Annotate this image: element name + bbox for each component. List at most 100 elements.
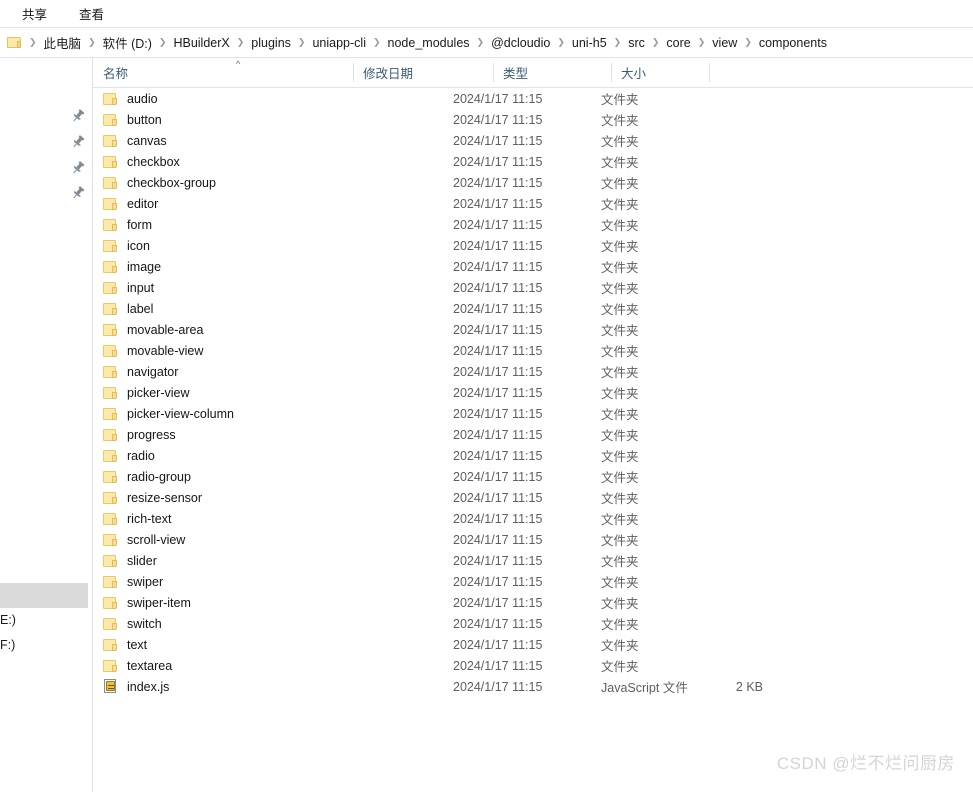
breadcrumb-chevron-icon[interactable]: ❯ [649,38,663,47]
file-name-cell[interactable]: checkbox-group [103,172,216,193]
table-row[interactable]: picker-view-column 2024/1/17 11:15 文件夹 [93,403,973,424]
column-divider-2[interactable] [493,63,494,82]
breadcrumb-chevron-icon[interactable]: ❯ [85,38,99,47]
address-bar[interactable]: ❯ 此电脑 ❯ 软件 (D:) ❯ HBuilderX ❯ plugins ❯ uniapp-cl… [0,28,973,58]
file-name-cell[interactable]: switch [103,613,162,634]
ribbon-tab-查看[interactable]: 查看 [69,0,114,27]
breadcrumb-chevron-icon[interactable]: ❯ [741,38,755,47]
file-name-cell[interactable]: radio-group [103,466,191,487]
file-name-cell[interactable]: slider [103,550,157,571]
table-row[interactable]: radio 2024/1/17 11:15 文件夹 [93,445,973,466]
file-list-pane[interactable]: 名称 修改日期 类型 大小 ^ audio 2024/1/17 11:15 文件夹 butto… [93,58,973,792]
table-row[interactable]: radio-group 2024/1/17 11:15 文件夹 [93,466,973,487]
column-header-类型[interactable]: 类型 [493,58,583,87]
breadcrumb-item-HBuilderX[interactable]: HBuilderX [169,34,233,52]
breadcrumb-item-core[interactable]: core [662,34,694,52]
breadcrumb-chevron-icon[interactable]: ❯ [611,38,625,47]
breadcrumb-chevron-icon[interactable]: ❯ [370,38,384,47]
breadcrumb-chevron-icon[interactable]: ❯ [474,38,488,47]
file-name-cell[interactable]: text [103,634,147,655]
column-divider-1[interactable] [353,63,354,82]
file-name-cell[interactable]: index.js [103,676,169,697]
table-row[interactable]: icon 2024/1/17 11:15 文件夹 [93,235,973,256]
file-name-cell[interactable]: rich-text [103,508,171,529]
table-row[interactable]: switch 2024/1/17 11:15 文件夹 [93,613,973,634]
breadcrumb-chevron-icon[interactable]: ❯ [26,38,40,47]
column-divider-4[interactable] [709,63,710,82]
breadcrumb-chevron-icon[interactable]: ❯ [295,38,309,47]
file-name-cell[interactable]: icon [103,235,150,256]
column-header-row[interactable]: 名称 修改日期 类型 大小 ^ [93,58,973,88]
breadcrumb-item-uniapp-cli[interactable]: uniapp-cli [308,34,370,52]
table-row[interactable]: canvas 2024/1/17 11:15 文件夹 [93,130,973,151]
table-row[interactable]: progress 2024/1/17 11:15 文件夹 [93,424,973,445]
table-row[interactable]: input 2024/1/17 11:15 文件夹 [93,277,973,298]
nav-selected-item[interactable] [0,583,88,608]
breadcrumb-item-uni-h5[interactable]: uni-h5 [568,34,611,52]
table-row[interactable]: rich-text 2024/1/17 11:15 文件夹 [93,508,973,529]
breadcrumb-item-view[interactable]: view [708,34,741,52]
table-row[interactable]: navigator 2024/1/17 11:15 文件夹 [93,361,973,382]
table-row[interactable]: slider 2024/1/17 11:15 文件夹 [93,550,973,571]
file-name-cell[interactable]: navigator [103,361,178,382]
file-name-cell[interactable]: picker-view-column [103,403,234,424]
navigation-pane[interactable]: E:) F:) [0,58,93,792]
column-header-名称[interactable]: 名称 [93,58,353,87]
breadcrumb-chevron-icon[interactable]: ❯ [156,38,170,47]
breadcrumb-item-软件 (D:)[interactable]: 软件 (D:) [99,31,156,54]
nav-drive-item-2[interactable]: F:) [0,638,15,652]
file-name-cell[interactable]: input [103,277,154,298]
table-row[interactable]: audio 2024/1/17 11:15 文件夹 [93,88,973,109]
table-row[interactable]: resize-sensor 2024/1/17 11:15 文件夹 [93,487,973,508]
file-name-cell[interactable]: form [103,214,152,235]
nav-drive-item-1[interactable]: E:) [0,613,16,627]
file-name-cell[interactable]: swiper [103,571,163,592]
table-row[interactable]: swiper 2024/1/17 11:15 文件夹 [93,571,973,592]
breadcrumb-chevron-icon[interactable]: ❯ [695,38,709,47]
file-name-cell[interactable]: checkbox [103,151,180,172]
table-row[interactable]: swiper-item 2024/1/17 11:15 文件夹 [93,592,973,613]
quick-access-pin-4[interactable] [70,185,86,201]
breadcrumb-item-src[interactable]: src [624,34,649,52]
file-name-cell[interactable]: swiper-item [103,592,191,613]
table-row[interactable]: index.js 2024/1/17 11:15 JavaScript 文件 2 KB [93,676,973,697]
table-row[interactable]: movable-view 2024/1/17 11:15 文件夹 [93,340,973,361]
breadcrumb-item-plugins[interactable]: plugins [247,34,295,52]
file-name-cell[interactable]: audio [103,88,158,109]
table-row[interactable]: image 2024/1/17 11:15 文件夹 [93,256,973,277]
table-row[interactable]: editor 2024/1/17 11:15 文件夹 [93,193,973,214]
file-name-cell[interactable]: editor [103,193,158,214]
column-divider-3[interactable] [611,63,612,82]
file-name-cell[interactable]: picker-view [103,382,190,403]
file-name-cell[interactable]: scroll-view [103,529,185,550]
table-row[interactable]: label 2024/1/17 11:15 文件夹 [93,298,973,319]
file-name-cell[interactable]: canvas [103,130,167,151]
file-name-cell[interactable]: button [103,109,162,130]
breadcrumb-item-此电脑[interactable]: 此电脑 [40,31,86,54]
breadcrumb-item-components[interactable]: components [755,34,831,52]
quick-access-pin-2[interactable] [70,134,86,150]
table-row[interactable]: movable-area 2024/1/17 11:15 文件夹 [93,319,973,340]
file-name-cell[interactable]: textarea [103,655,172,676]
quick-access-pin-3[interactable] [70,160,86,176]
file-name-cell[interactable]: progress [103,424,176,445]
file-name-cell[interactable]: radio [103,445,155,466]
file-name-cell[interactable]: movable-area [103,319,203,340]
table-row[interactable]: textarea 2024/1/17 11:15 文件夹 [93,655,973,676]
table-row[interactable]: checkbox 2024/1/17 11:15 文件夹 [93,151,973,172]
table-row[interactable]: scroll-view 2024/1/17 11:15 文件夹 [93,529,973,550]
quick-access-pin-1[interactable] [70,108,86,124]
ribbon-tab-共享[interactable]: 共享 [12,0,57,27]
file-name-cell[interactable]: resize-sensor [103,487,202,508]
file-name-cell[interactable]: image [103,256,161,277]
breadcrumb-chevron-icon[interactable]: ❯ [554,38,568,47]
table-row[interactable]: text 2024/1/17 11:15 文件夹 [93,634,973,655]
breadcrumb-item-@dcloudio[interactable]: @dcloudio [487,34,554,52]
table-row[interactable]: picker-view 2024/1/17 11:15 文件夹 [93,382,973,403]
file-name-cell[interactable]: label [103,298,153,319]
table-row[interactable]: form 2024/1/17 11:15 文件夹 [93,214,973,235]
breadcrumb-chevron-icon[interactable]: ❯ [234,38,248,47]
breadcrumb-item-node_modules[interactable]: node_modules [384,34,474,52]
file-name-cell[interactable]: movable-view [103,340,203,361]
table-row[interactable]: checkbox-group 2024/1/17 11:15 文件夹 [93,172,973,193]
